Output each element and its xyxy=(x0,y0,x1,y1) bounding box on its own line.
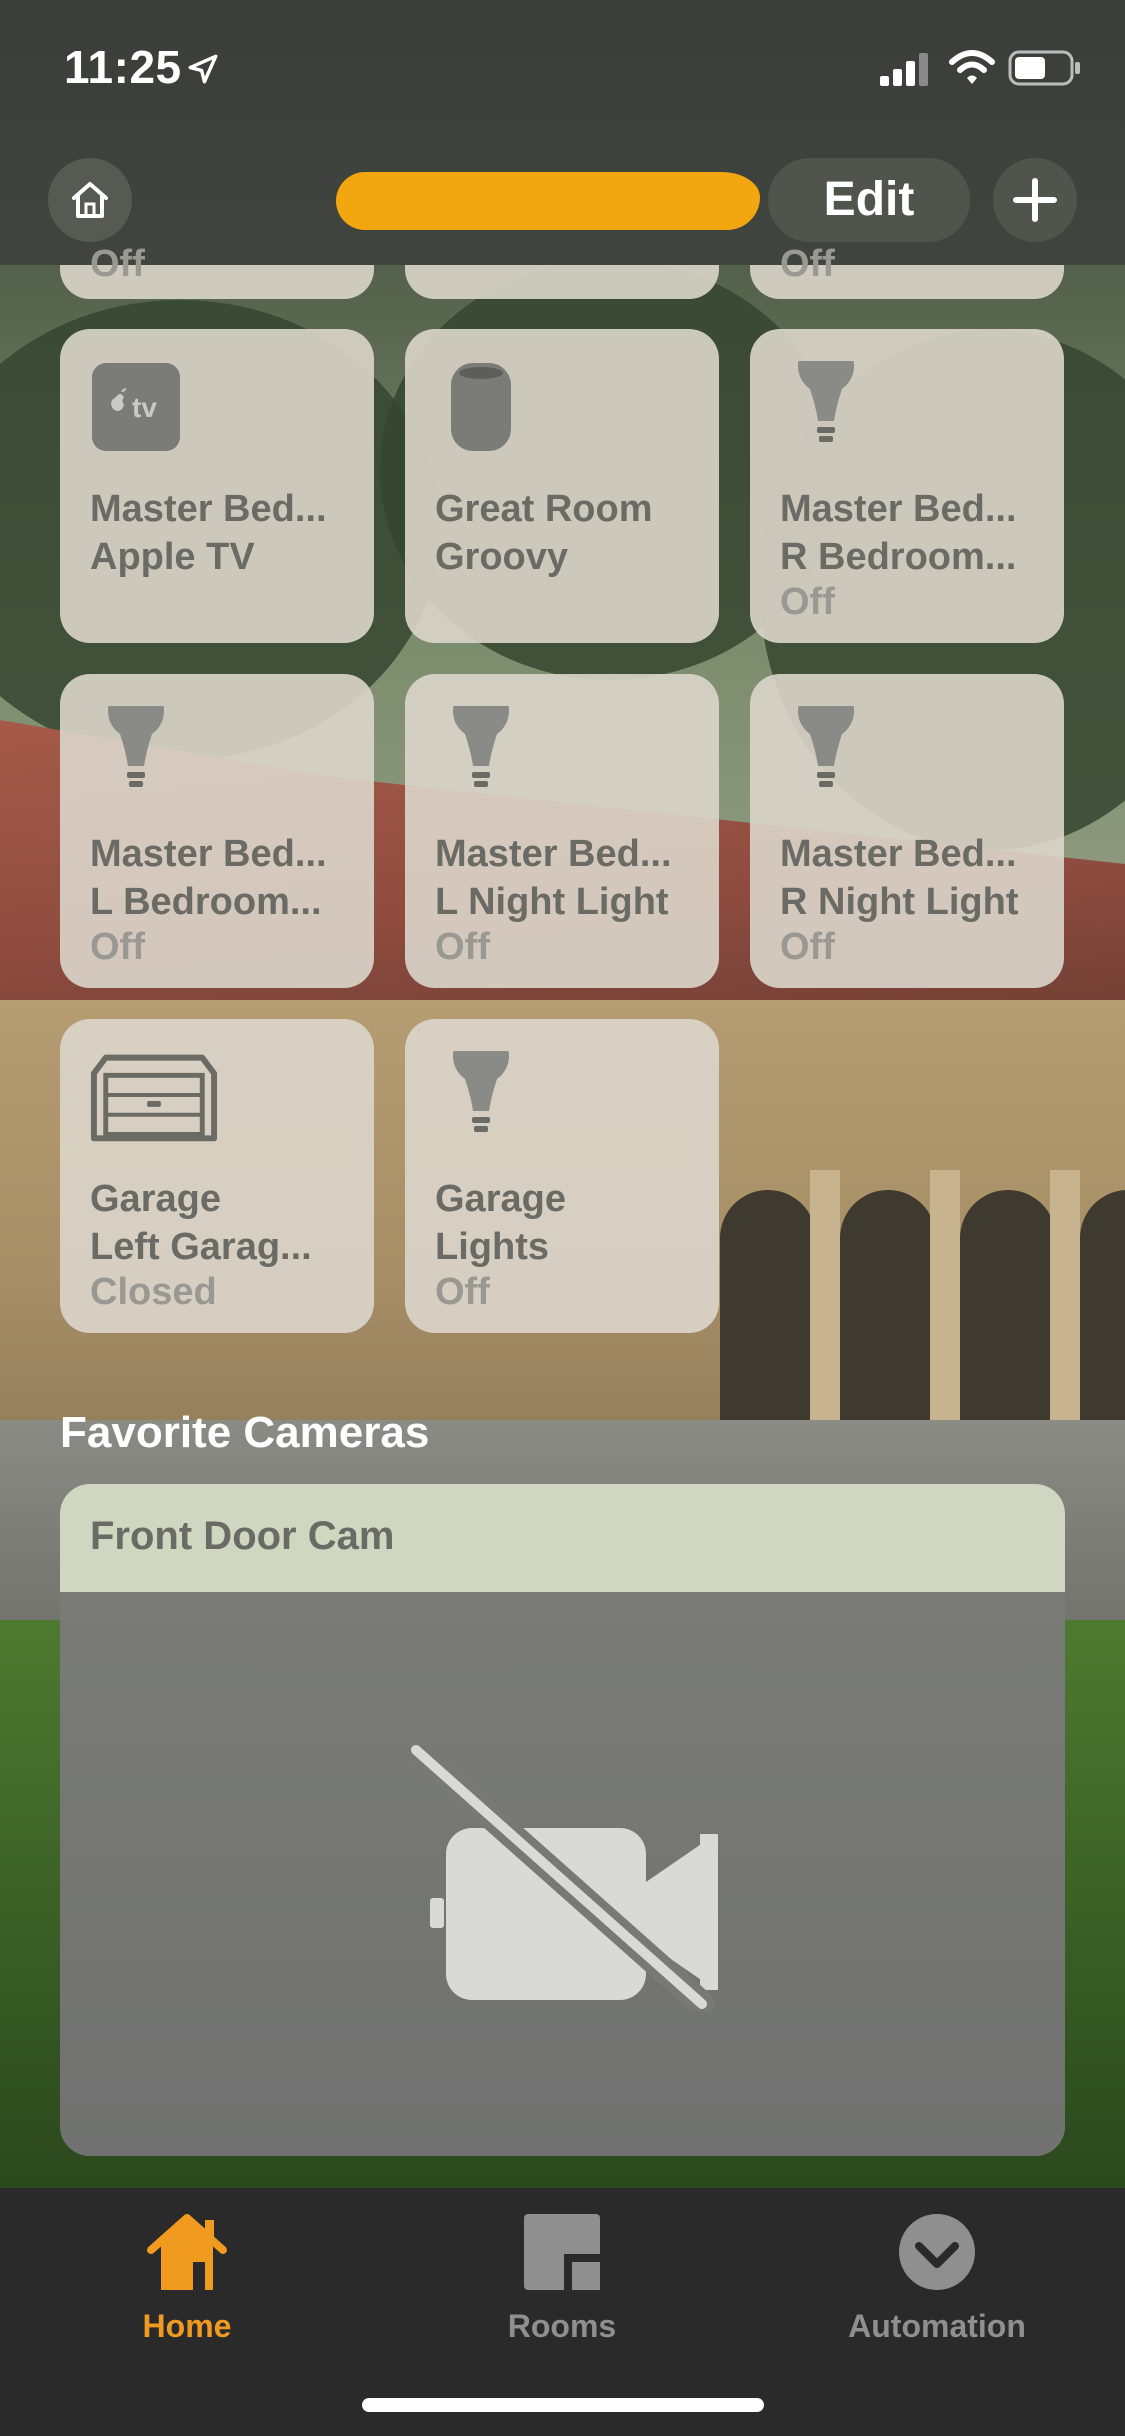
video-off-icon xyxy=(410,1742,718,2012)
tile-room: Master Bed... xyxy=(780,488,1017,530)
tile-status: Off xyxy=(435,1271,490,1313)
tile-name: R Bedroom... xyxy=(780,536,1017,578)
edit-button[interactable]: Edit xyxy=(768,158,970,242)
tile-status: Off xyxy=(780,243,835,285)
tile-name: Groovy xyxy=(435,536,569,578)
accessory-tile-homepod[interactable]: Great Room Groovy xyxy=(405,329,719,643)
accessory-tile-light[interactable]: Garage Lights Off xyxy=(405,1019,719,1333)
tile-name: L Bedroom... xyxy=(90,881,322,923)
light-bulb-icon xyxy=(798,706,854,787)
light-bulb-icon xyxy=(798,361,854,442)
automation-tab-icon xyxy=(899,2214,975,2290)
app-header: Edit xyxy=(0,150,1125,250)
location-arrow-icon xyxy=(188,54,218,84)
accessory-tile-apple-tv[interactable]: tv Master Bed... Apple TV xyxy=(60,329,374,643)
accessory-tile-light[interactable]: Master Bed... L Night Light Off xyxy=(405,674,719,988)
cellular-signal-icon xyxy=(880,53,928,86)
tile-name: Lights xyxy=(435,1226,549,1268)
accessory-tile-light[interactable]: Master Bed... R Bedroom... Off xyxy=(750,329,1064,643)
accessory-tile-garage-door[interactable]: Garage Left Garag... Closed xyxy=(60,1019,374,1333)
rooms-tab-icon xyxy=(524,2214,600,2290)
camera-name: Front Door Cam xyxy=(90,1514,395,1558)
tab-label: Automation xyxy=(848,2308,1026,2344)
home-indicator[interactable] xyxy=(362,2398,764,2412)
tile-name: Left Garag... xyxy=(90,1226,312,1268)
tab-label: Rooms xyxy=(507,2308,617,2344)
tab-rooms[interactable]: Rooms xyxy=(412,2210,712,2360)
accessory-tile-partial[interactable] xyxy=(405,265,719,299)
tile-name: R Night Light xyxy=(780,881,1019,923)
accessory-tile-partial[interactable]: Off xyxy=(750,243,1064,299)
plus-icon xyxy=(1013,178,1057,222)
tile-room: Master Bed... xyxy=(90,833,327,875)
tile-room: Master Bed... xyxy=(90,488,327,530)
light-bulb-icon xyxy=(453,1051,509,1132)
home-name-redacted xyxy=(336,172,760,230)
tile-room: Garage xyxy=(90,1178,221,1220)
add-button[interactable] xyxy=(993,158,1077,242)
accessory-tile-partial[interactable]: Off xyxy=(60,243,374,299)
status-bar: 11:25 xyxy=(0,0,1125,130)
tile-room: Great Room xyxy=(435,488,653,530)
tile-name: L Night Light xyxy=(435,881,669,923)
tab-automation[interactable]: Automation xyxy=(787,2210,1087,2360)
status-time: 11:25 xyxy=(64,41,182,93)
camera-header: Front Door Cam xyxy=(60,1484,1065,1592)
wifi-icon xyxy=(949,50,995,84)
tile-status: Closed xyxy=(90,1271,217,1313)
home-tab-icon xyxy=(147,2214,227,2290)
garage-door-icon xyxy=(90,1054,218,1142)
camera-tile-front-door[interactable]: Front Door Cam xyxy=(60,1484,1065,2156)
battery-icon xyxy=(1008,50,1080,86)
tile-status: Off xyxy=(435,926,490,968)
tile-room: Garage xyxy=(435,1178,566,1220)
tile-status: Off xyxy=(90,926,145,968)
light-bulb-icon xyxy=(453,706,509,787)
tile-room: Master Bed... xyxy=(435,833,672,875)
light-bulb-icon xyxy=(108,706,164,787)
tab-home[interactable]: Home xyxy=(37,2210,337,2360)
home-icon xyxy=(72,182,108,218)
tile-room: Master Bed... xyxy=(780,833,1017,875)
accessory-tile-light[interactable]: Master Bed... L Bedroom... Off xyxy=(60,674,374,988)
apple-tv-icon: tv xyxy=(92,363,180,451)
tab-label: Home xyxy=(142,2308,232,2344)
tile-status: Off xyxy=(90,243,145,285)
camera-feed xyxy=(60,1592,1065,2156)
tile-status: Off xyxy=(780,926,835,968)
tile-name: Apple TV xyxy=(90,536,255,578)
homepod-icon xyxy=(451,363,511,451)
tile-status: Off xyxy=(780,581,835,623)
accessory-tile-light[interactable]: Master Bed... R Night Light Off xyxy=(750,674,1064,988)
svg-text:tv: tv xyxy=(132,392,157,423)
favorite-cameras-heading: Favorite Cameras xyxy=(60,1408,430,1457)
accessory-grid: Off Off tv Master Bed... Apple TV Great R… xyxy=(0,243,1125,1385)
home-settings-button[interactable] xyxy=(48,158,132,242)
